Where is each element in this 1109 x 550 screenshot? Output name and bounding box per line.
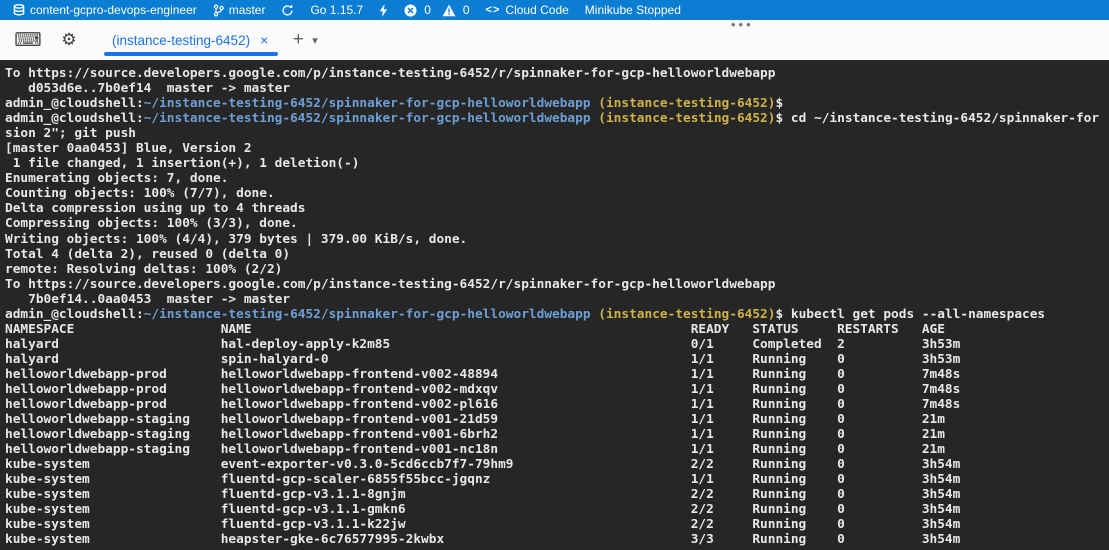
terminal-line: To https://source.developers.google.com/… — [5, 66, 1109, 81]
warning-count: 0 — [463, 3, 470, 17]
status-bar: content-gcpro-devops-engineer master Go … — [0, 0, 1109, 20]
terminal-line: [master 0aa0453] Blue, Version 2 — [5, 141, 1109, 156]
terminal-line: sion 2"; git push — [5, 126, 1109, 141]
terminal-output[interactable]: To https://source.developers.google.com/… — [0, 60, 1109, 550]
cloud-code-label: Cloud Code — [505, 3, 568, 17]
lightning-icon — [379, 4, 388, 17]
cloud-code-button[interactable]: <> Cloud Code — [478, 0, 577, 20]
terminal-line: To https://source.developers.google.com/… — [5, 277, 1109, 292]
project-label: content-gcpro-devops-engineer — [30, 3, 197, 17]
problems-button[interactable]: 0 0 — [396, 0, 477, 20]
terminal-line: kube-system fluentd-gcp-scaler-6855f55bc… — [5, 472, 1109, 487]
terminal-line: 1 file changed, 1 insertion(+), 1 deleti… — [5, 156, 1109, 171]
close-tab-icon[interactable]: × — [260, 33, 268, 47]
terminal-line: d053d6e..7b0ef14 master -> master — [5, 81, 1109, 96]
terminal-line: Counting objects: 100% (7/7), done. — [5, 186, 1109, 201]
terminal-line: helloworldwebapp-staging helloworldwebap… — [5, 427, 1109, 442]
new-terminal-button[interactable]: + — [286, 29, 310, 51]
error-count: 0 — [424, 3, 431, 17]
terminal-line: admin_@cloudshell:~/instance-testing-645… — [5, 96, 1109, 111]
go-version-label: Go 1.15.7 — [310, 3, 363, 17]
terminal-line: helloworldwebapp-staging helloworldwebap… — [5, 442, 1109, 457]
panel-drag-handle-icon[interactable]: ••• — [731, 20, 754, 30]
terminal-menu-caret-icon[interactable]: ▾ — [312, 34, 318, 47]
terminal-line: kube-system fluentd-gcp-v3.1.1-k22jw 2/2… — [5, 517, 1109, 532]
terminal-tab-bar: ••• ⌨ ⚙ (instance-testing-6452) × + ▾ — [0, 20, 1109, 60]
terminal-line: Enumerating objects: 7, done. — [5, 171, 1109, 186]
keyboard-icon: ⌨ — [14, 29, 41, 52]
terminal-tab[interactable]: (instance-testing-6452) × — [104, 20, 278, 60]
terminal-line: Writing objects: 100% (4/4), 379 bytes |… — [5, 232, 1109, 247]
terminal-line: Total 4 (delta 2), reused 0 (delta 0) — [5, 247, 1109, 262]
terminal-line: NAMESPACE NAME READY STATUS RESTARTS AGE — [5, 322, 1109, 337]
lightning-button[interactable] — [371, 0, 396, 20]
code-brackets-icon: <> — [486, 4, 501, 16]
gear-icon: ⚙ — [61, 30, 76, 50]
git-branch-button[interactable]: master — [205, 0, 274, 20]
sync-icon — [281, 4, 294, 17]
terminal-line: helloworldwebapp-prod helloworldwebapp-f… — [5, 367, 1109, 382]
active-tab-underline — [104, 52, 278, 56]
go-version-button[interactable]: Go 1.15.7 — [302, 0, 371, 20]
warning-icon — [442, 4, 456, 17]
error-icon — [404, 4, 417, 17]
sync-button[interactable] — [273, 0, 302, 20]
minikube-label: Minikube Stopped — [585, 3, 681, 17]
branch-label: master — [229, 3, 266, 17]
keyboard-button[interactable]: ⌨ — [11, 25, 45, 55]
database-icon — [13, 4, 25, 17]
terminal-line: Compressing objects: 100% (3/3), done. — [5, 216, 1109, 231]
terminal-line: helloworldwebapp-prod helloworldwebapp-f… — [5, 382, 1109, 397]
terminal-line: halyard spin-halyard-0 1/1 Running 0 3h5… — [5, 352, 1109, 367]
minikube-status-button[interactable]: Minikube Stopped — [577, 0, 689, 20]
active-project-button[interactable]: content-gcpro-devops-engineer — [13, 0, 205, 20]
terminal-line: halyard hal-deploy-apply-k2m85 0/1 Compl… — [5, 337, 1109, 352]
git-branch-icon — [213, 4, 224, 17]
terminal-line: 7b0ef14..0aa0453 master -> master — [5, 292, 1109, 307]
terminal-line: kube-system event-exporter-v0.3.0-5cd6cc… — [5, 457, 1109, 472]
terminal-line: kube-system fluentd-gcp-v3.1.1-8gnjm 2/2… — [5, 487, 1109, 502]
terminal-line: helloworldwebapp-prod helloworldwebapp-f… — [5, 397, 1109, 412]
terminal-tab-label: (instance-testing-6452) — [112, 33, 250, 48]
terminal-line: kube-system heapster-gke-6c76577995-2kwb… — [5, 532, 1109, 547]
terminal-settings-button[interactable]: ⚙ — [52, 25, 86, 55]
terminal-line: kube-system fluentd-gcp-v3.1.1-gmkn6 2/2… — [5, 502, 1109, 517]
terminal-line: Delta compression using up to 4 threads — [5, 201, 1109, 216]
terminal-line: admin_@cloudshell:~/instance-testing-645… — [5, 307, 1109, 322]
terminal-line: remote: Resolving deltas: 100% (2/2) — [5, 262, 1109, 277]
terminal-line: helloworldwebapp-staging helloworldwebap… — [5, 412, 1109, 427]
terminal-line: admin_@cloudshell:~/instance-testing-645… — [5, 111, 1109, 126]
